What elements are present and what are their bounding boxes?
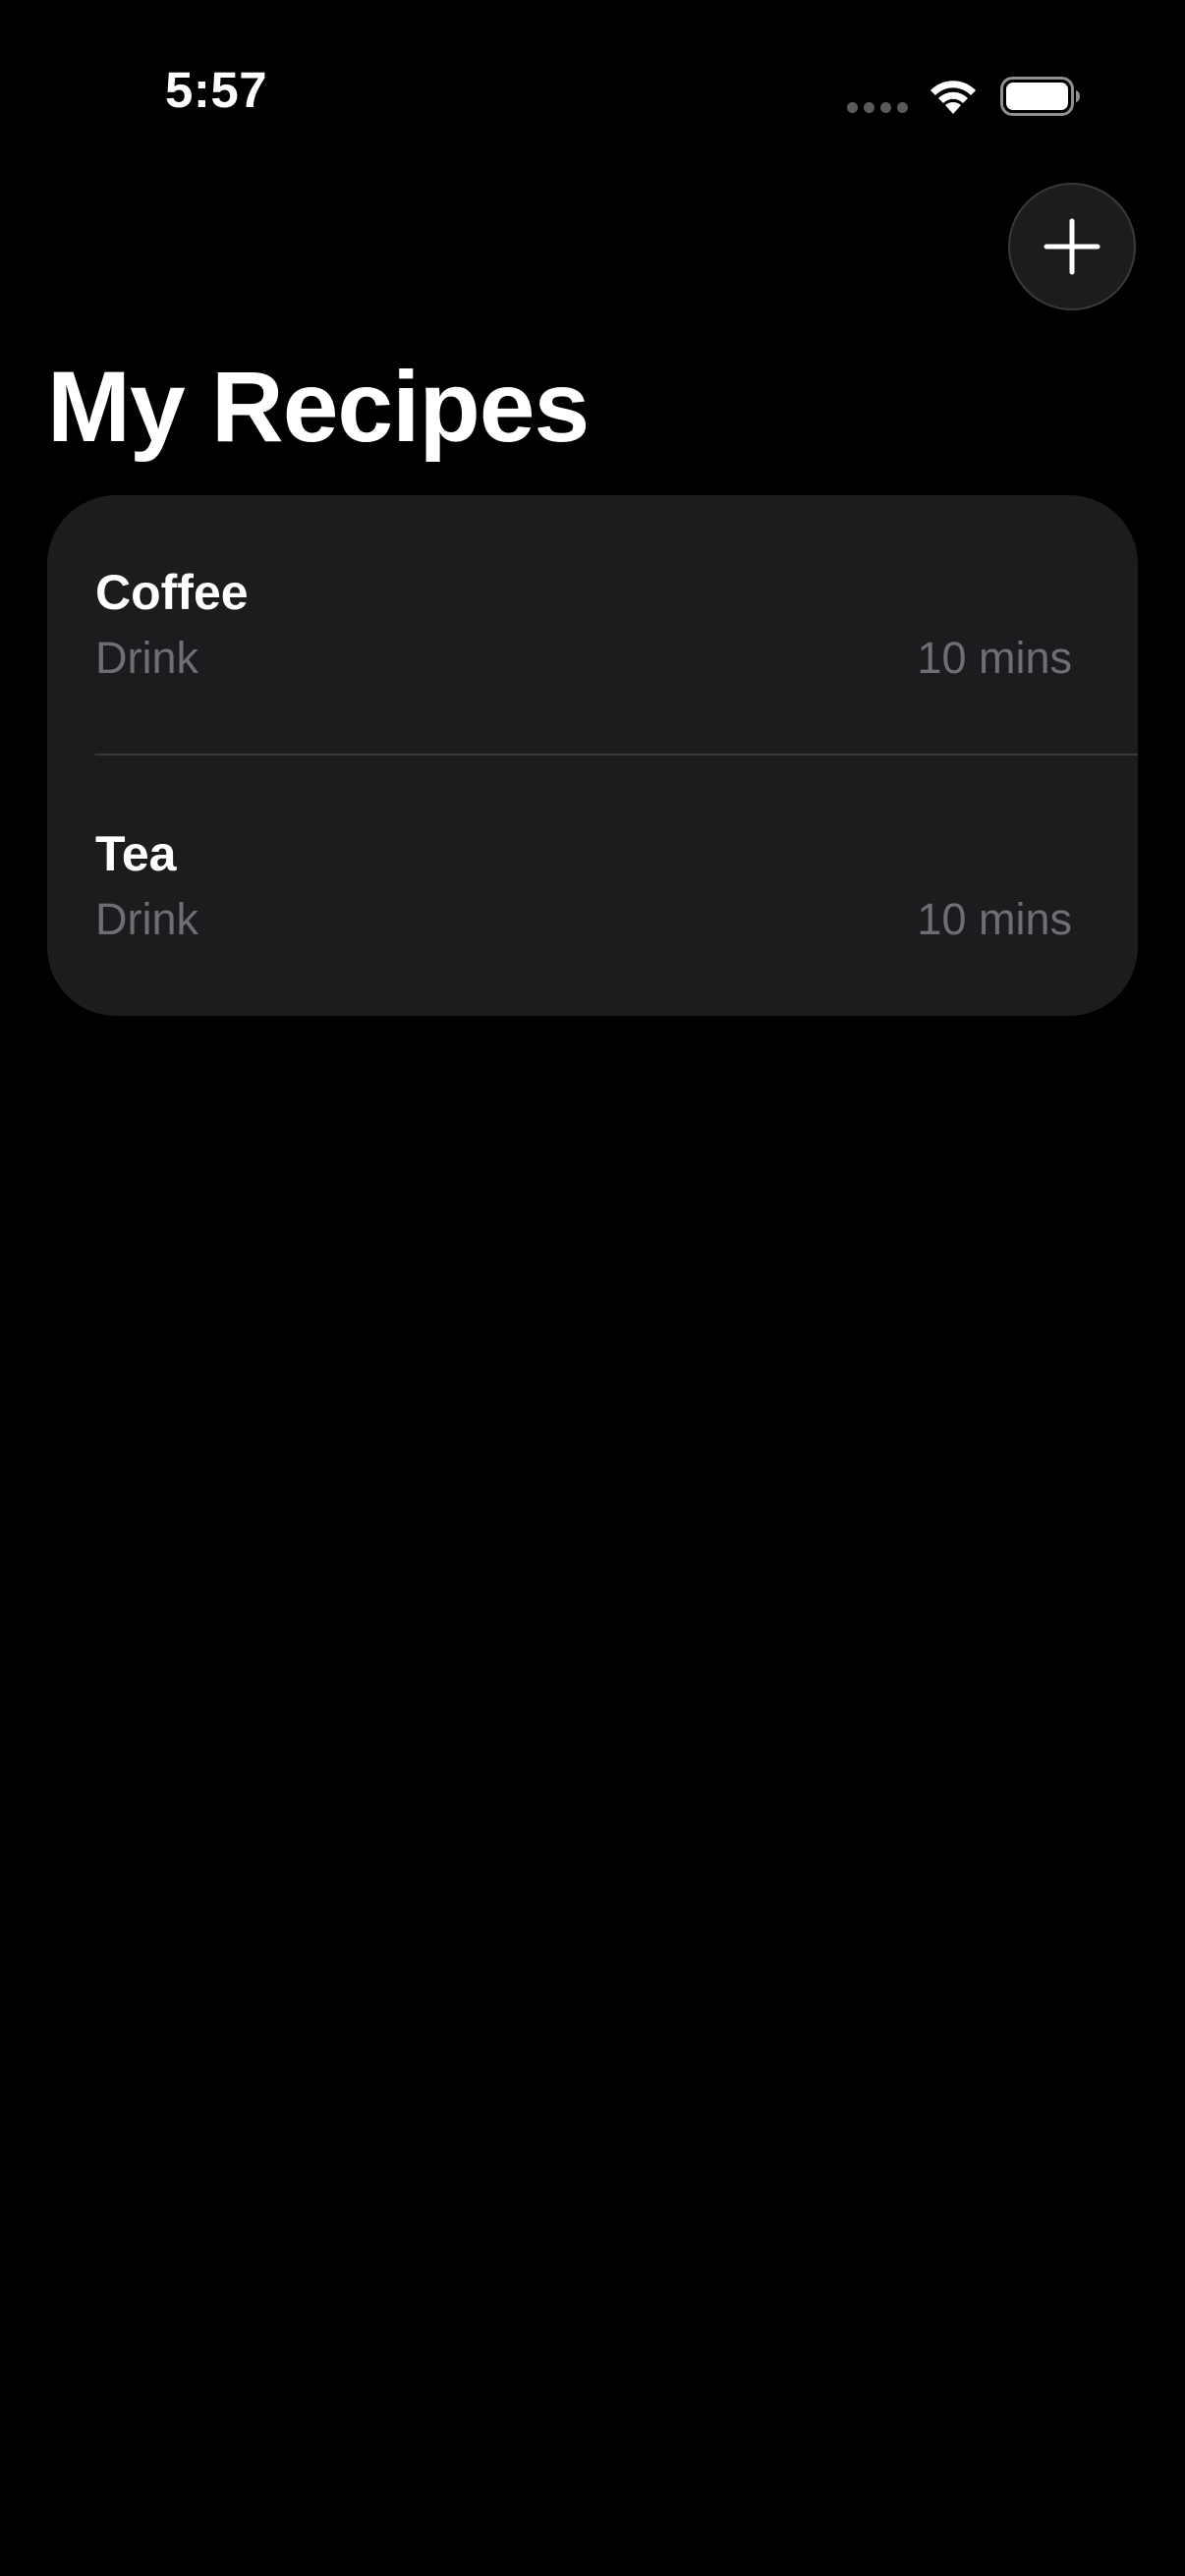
recipe-row-tea[interactable]: Tea Drink 10 mins bbox=[47, 756, 1138, 1016]
recipe-row-coffee[interactable]: Coffee Drink 10 mins bbox=[47, 495, 1138, 756]
row-divider bbox=[95, 754, 1138, 756]
page-title: My Recipes bbox=[47, 351, 590, 463]
recipe-name: Tea bbox=[95, 826, 177, 881]
recipe-time: 10 mins bbox=[917, 894, 1072, 944]
plus-icon bbox=[1044, 218, 1100, 275]
recipe-category: Drink bbox=[95, 633, 199, 683]
recipe-time: 10 mins bbox=[917, 633, 1072, 683]
wifi-icon bbox=[931, 81, 976, 114]
recipe-name: Coffee bbox=[95, 565, 249, 620]
add-recipe-button[interactable] bbox=[1008, 183, 1136, 310]
recipes-screen: 5:57 My Recipes Coffee Drink 10 mins Tea… bbox=[0, 0, 1185, 2576]
status-time: 5:57 bbox=[165, 62, 268, 118]
battery-icon bbox=[1000, 77, 1080, 116]
signal-dots-icon bbox=[847, 102, 908, 116]
recipe-list: Coffee Drink 10 mins Tea Drink 10 mins bbox=[47, 495, 1138, 1016]
recipe-category: Drink bbox=[95, 894, 199, 944]
